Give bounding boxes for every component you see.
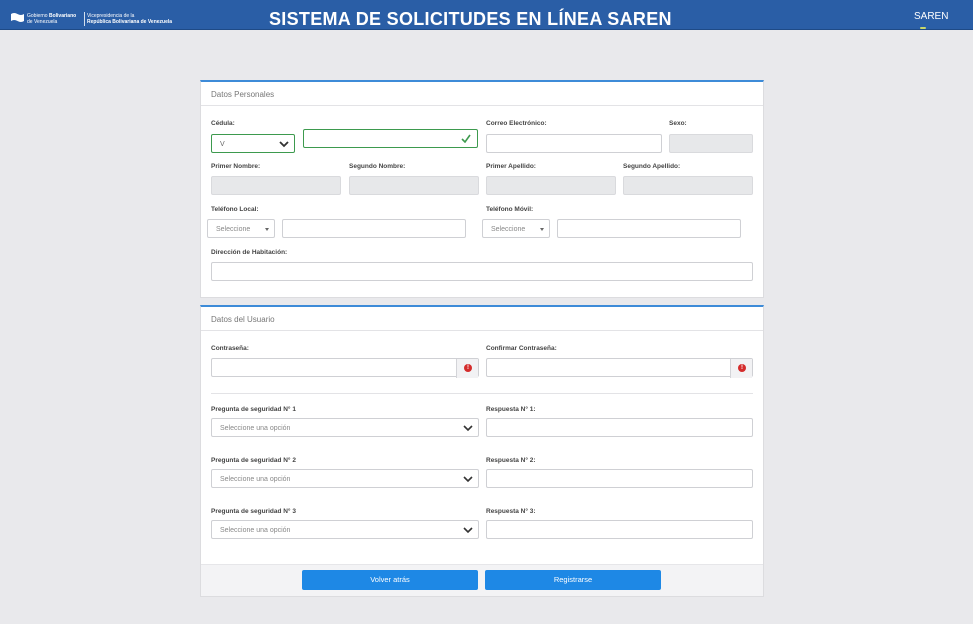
telefono-movil-select-value: Seleccione <box>491 226 526 233</box>
answer-3-input[interactable] <box>486 520 753 539</box>
page-title: SISTEMA DE SOLICITUDES EN LÍNEA SAREN <box>269 9 672 29</box>
direccion-input[interactable] <box>211 262 753 281</box>
telefono-movil-label: Teléfono Móvil: <box>486 206 534 213</box>
user-data-heading: Datos del Usuario <box>201 307 763 331</box>
security-question-1-select[interactable]: Seleccione una opción <box>211 418 479 437</box>
confirm-password-input[interactable]: ! <box>486 358 753 378</box>
chevron-down-icon <box>463 527 473 534</box>
telefono-local-label: Teléfono Local: <box>211 206 259 213</box>
answer-3-label: Respuesta N° 3: <box>486 508 536 515</box>
divider <box>211 393 753 394</box>
primer-apellido-input <box>486 176 616 195</box>
venezuela-flag-icon <box>11 13 24 22</box>
vicepresidencia-text: Vicepresidencia de la República Bolivari… <box>87 13 173 25</box>
segundo-apellido-input <box>623 176 753 195</box>
confirm-password-error-addon: ! <box>730 359 752 378</box>
telefono-local-input[interactable] <box>282 219 466 238</box>
email-input[interactable] <box>486 134 662 153</box>
telefono-local-select-value: Seleccione <box>216 226 251 233</box>
user-data-panel: Datos del Usuario Contraseña: ! Confirma… <box>200 305 764 597</box>
register-button[interactable]: Registrarse <box>485 570 661 590</box>
personal-data-heading: Datos Personales <box>201 82 763 106</box>
email-label: Correo Electrónico: <box>486 120 547 127</box>
form-footer: Volver atrás Registrarse <box>201 564 763 596</box>
telefono-movil-input[interactable] <box>557 219 741 238</box>
segundo-nombre-input <box>349 176 479 195</box>
answer-1-label: Respuesta N° 1: <box>486 406 536 413</box>
gov-logo-text: Gobierno Bolivariano de Venezuela <box>27 13 77 25</box>
telefono-local-code-select[interactable]: Seleccione <box>207 219 275 238</box>
top-header: Gobierno Bolivariano de Venezuela Vicepr… <box>0 0 973 30</box>
segundo-nombre-label: Segundo Nombre: <box>349 163 406 170</box>
password-error-addon: ! <box>456 359 478 378</box>
caret-down-icon <box>540 228 544 231</box>
user-menu[interactable]: SAREN <box>914 11 948 22</box>
segundo-apellido-label: Segundo Apellido: <box>623 163 681 170</box>
cedula-type-select[interactable]: V <box>211 134 295 153</box>
security-question-2-placeholder: Seleccione una opción <box>220 476 291 483</box>
password-input[interactable]: ! <box>211 358 479 378</box>
answer-2-input[interactable] <box>486 469 753 488</box>
error-icon: ! <box>738 364 746 372</box>
security-question-3-select[interactable]: Seleccione una opción <box>211 520 479 539</box>
cedula-label: Cédula: <box>211 120 235 127</box>
answer-2-label: Respuesta N° 2: <box>486 457 536 464</box>
direccion-label: Dirección de Habitación: <box>211 249 288 256</box>
security-question-3-label: Pregunta de seguridad N° 3 <box>211 508 296 515</box>
chevron-down-icon <box>463 425 473 432</box>
sexo-label: Sexo: <box>669 120 687 127</box>
security-question-1-placeholder: Seleccione una opción <box>220 425 291 432</box>
security-question-3-placeholder: Seleccione una opción <box>220 527 291 534</box>
user-indicator <box>920 27 926 29</box>
cedula-number-input[interactable] <box>303 129 478 148</box>
cedula-type-value: V <box>220 141 225 148</box>
confirm-password-label: Confirmar Contraseña: <box>486 345 557 352</box>
personal-data-panel: Datos Personales Cédula: V Correo Electr… <box>200 80 764 298</box>
primer-apellido-label: Primer Apellido: <box>486 163 536 170</box>
primer-nombre-input <box>211 176 341 195</box>
chevron-down-icon <box>279 141 289 148</box>
caret-down-icon <box>265 228 269 231</box>
password-label: Contraseña: <box>211 345 249 352</box>
header-separator <box>84 12 85 26</box>
sexo-input <box>669 134 753 153</box>
telefono-movil-code-select[interactable]: Seleccione <box>482 219 550 238</box>
answer-1-input[interactable] <box>486 418 753 437</box>
check-icon <box>461 134 471 143</box>
error-icon: ! <box>464 364 472 372</box>
back-button[interactable]: Volver atrás <box>302 570 478 590</box>
security-question-2-label: Pregunta de seguridad N° 2 <box>211 457 296 464</box>
primer-nombre-label: Primer Nombre: <box>211 163 261 170</box>
security-question-1-label: Pregunta de seguridad N° 1 <box>211 406 296 413</box>
security-question-2-select[interactable]: Seleccione una opción <box>211 469 479 488</box>
chevron-down-icon <box>463 476 473 483</box>
